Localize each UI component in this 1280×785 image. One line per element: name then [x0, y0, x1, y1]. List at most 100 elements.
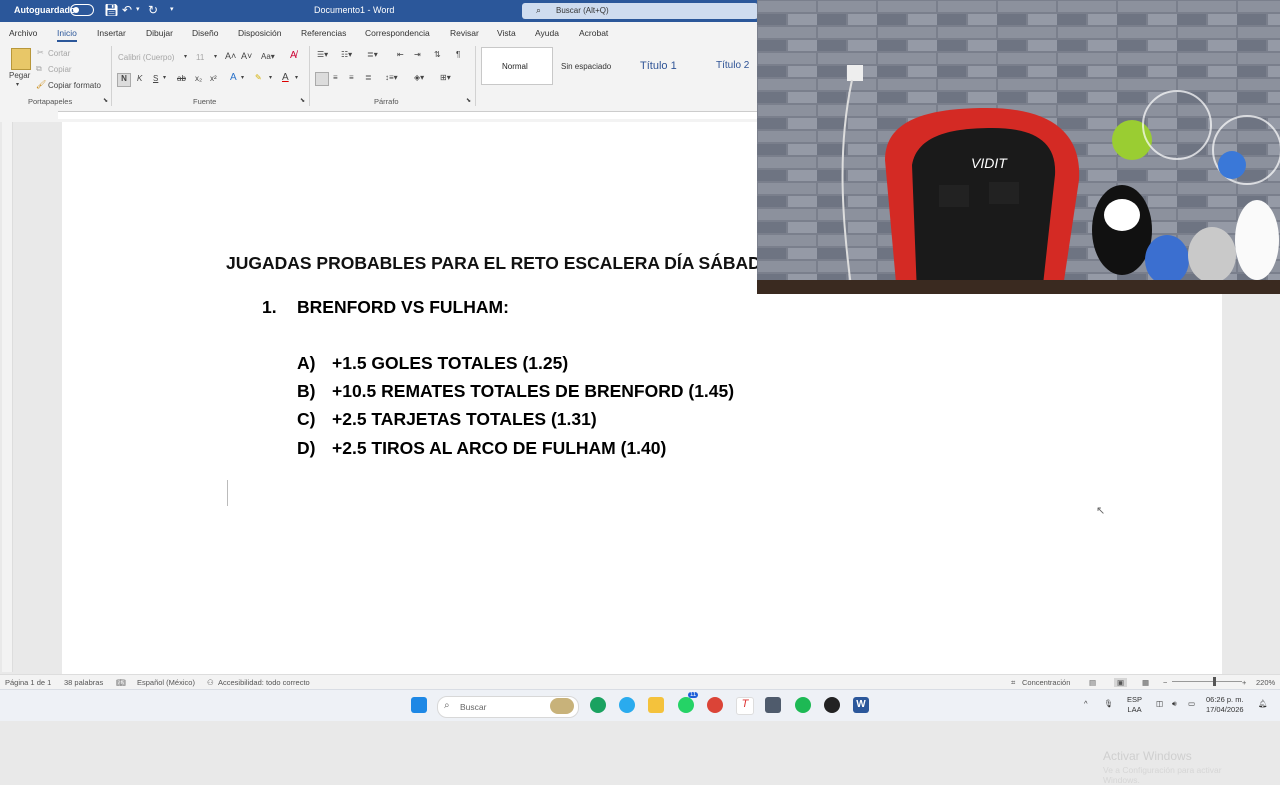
obs-icon[interactable] [824, 697, 840, 713]
zoom-level[interactable]: 220% [1256, 678, 1275, 687]
zoom-in-icon[interactable]: + [1242, 678, 1246, 687]
style-normal[interactable]: Normal [481, 47, 553, 85]
bullets-icon[interactable]: ☰▾ [317, 50, 328, 59]
zoom-slider-thumb[interactable] [1213, 677, 1216, 686]
tab-ayuda[interactable]: Ayuda [535, 28, 559, 38]
paste-button[interactable]: Pegar [9, 71, 30, 80]
cut-button[interactable]: Cortar [48, 49, 70, 58]
underline-button[interactable]: S [153, 74, 158, 83]
align-center-icon[interactable]: ≡ [333, 73, 338, 82]
page-count[interactable]: Página 1 de 1 [5, 678, 51, 687]
undo-icon[interactable]: ↶ [122, 3, 132, 17]
format-painter-button[interactable]: Copiar formato [48, 81, 101, 90]
read-mode-icon[interactable]: ▤ [1089, 678, 1096, 687]
redo-icon[interactable]: ↻ [148, 3, 158, 17]
language-status[interactable]: Español (México) [137, 678, 195, 687]
word-icon[interactable]: W [853, 697, 869, 713]
tab-inicio[interactable]: Inicio [57, 28, 77, 42]
battery-icon[interactable]: ▭ [1188, 699, 1195, 709]
windows-start-icon[interactable] [411, 697, 427, 713]
highlight-dropdown-icon[interactable]: ▾ [269, 74, 272, 81]
tab-dibujar[interactable]: Dibujar [146, 28, 173, 38]
line-spacing-icon[interactable]: ↕≡▾ [385, 73, 398, 82]
style-titulo-1[interactable]: Título 1 [640, 60, 677, 72]
change-case-icon[interactable]: Aa▾ [261, 52, 275, 61]
copy-icon[interactable]: ⧉ [36, 64, 42, 74]
text-effects-icon[interactable]: A [230, 72, 237, 83]
print-layout-icon[interactable]: ▣ [1114, 678, 1128, 687]
focus-icon[interactable]: ⌗ [1011, 678, 1015, 688]
shading-icon[interactable]: ◈▾ [414, 73, 424, 82]
microphone-icon[interactable]: 🎙︎ [1104, 699, 1114, 709]
undo-dropdown-icon[interactable]: ▾ [136, 3, 140, 17]
zoom-slider[interactable] [1172, 681, 1242, 682]
grow-font-icon[interactable]: A˄ [225, 51, 236, 61]
paste-dropdown-icon[interactable]: ▾ [16, 81, 19, 88]
show-hidden-icons-icon[interactable]: ^ [1084, 699, 1088, 709]
focus-mode[interactable]: Concentración [1022, 678, 1070, 687]
highlight-icon[interactable]: ✎ [255, 73, 262, 82]
tab-insertar[interactable]: Insertar [97, 28, 126, 38]
font-size-dropdown-icon[interactable]: ▾ [214, 53, 217, 60]
web-layout-icon[interactable]: ▦ [1142, 678, 1149, 687]
font-launcher-icon[interactable]: ⬊ [300, 97, 305, 104]
underline-dropdown-icon[interactable]: ▾ [163, 74, 166, 81]
justify-icon[interactable]: ≣ [365, 73, 372, 82]
align-right-icon[interactable]: ≡ [349, 73, 354, 82]
clear-formatting-icon[interactable]: A̸ [290, 50, 297, 61]
paragraph-launcher-icon[interactable]: ⬊ [466, 97, 471, 104]
borders-icon[interactable]: ⊞▾ [440, 73, 451, 82]
tab-acrobat[interactable]: Acrobat [579, 28, 608, 38]
spotify-icon[interactable] [795, 697, 811, 713]
tab-vista[interactable]: Vista [497, 28, 516, 38]
text-effects-dropdown-icon[interactable]: ▾ [241, 74, 244, 81]
edge-icon[interactable] [590, 697, 606, 713]
tab-disposicion[interactable]: Disposición [238, 28, 281, 38]
shrink-font-icon[interactable]: A˅ [241, 51, 252, 61]
superscript-icon[interactable]: x² [210, 74, 217, 83]
horizontal-ruler[interactable] [0, 108, 760, 122]
clock[interactable]: 06:26 p. m. 17/04/2026 [1206, 695, 1244, 715]
numbering-icon[interactable]: ☷▾ [341, 50, 352, 59]
taskbar-search[interactable]: ⌕ Buscar [437, 696, 579, 718]
font-size-field[interactable]: 11 [196, 53, 204, 62]
notifications-icon[interactable]: 🔔︎ [1258, 699, 1268, 709]
sort-icon[interactable]: ⇅ [434, 50, 441, 59]
customize-toolbar-icon[interactable]: ▾ [170, 3, 174, 17]
accessibility-status[interactable]: Accesibilidad: todo correcto [218, 678, 310, 687]
zoom-out-icon[interactable]: − [1163, 678, 1167, 687]
bold-button[interactable]: N [117, 73, 131, 87]
tab-correspondencia[interactable]: Correspondencia [365, 28, 430, 38]
italic-button[interactable]: K [137, 74, 142, 83]
tab-diseno[interactable]: Diseño [192, 28, 218, 38]
word-count[interactable]: 38 palabras [64, 678, 103, 687]
autosave-toggle[interactable] [70, 4, 94, 16]
show-marks-icon[interactable]: ¶ [456, 50, 460, 59]
font-color-icon[interactable]: A [282, 72, 289, 83]
multilevel-list-icon[interactable]: ≣▾ [367, 50, 378, 59]
whatsapp-icon[interactable] [678, 697, 694, 713]
vertical-ruler[interactable] [2, 122, 13, 672]
chrome-icon[interactable] [707, 697, 723, 713]
style-sin-espaciado[interactable]: Sin espaciado [561, 62, 611, 71]
strikethrough-icon[interactable]: ab [177, 74, 186, 83]
language-indicator[interactable]: ESP LAA [1127, 695, 1142, 715]
style-titulo-2[interactable]: Título 2 [716, 60, 749, 71]
format-painter-icon[interactable]: 🖌︎ [36, 80, 46, 89]
decrease-indent-icon[interactable]: ⇤ [397, 50, 404, 59]
volume-icon[interactable]: 🔊︎ [1172, 699, 1177, 709]
font-name-dropdown-icon[interactable]: ▾ [184, 53, 187, 60]
file-explorer-icon[interactable] [648, 697, 664, 713]
increase-indent-icon[interactable]: ⇥ [414, 50, 421, 59]
calculator-icon[interactable] [765, 697, 781, 713]
tab-referencias[interactable]: Referencias [301, 28, 346, 38]
cut-icon[interactable]: ✂ [37, 48, 44, 57]
tab-revisar[interactable]: Revisar [450, 28, 479, 38]
align-left-button[interactable] [315, 72, 329, 86]
subscript-icon[interactable]: x₂ [195, 74, 202, 83]
search-box[interactable]: ⌕ Buscar (Alt+Q) [522, 3, 758, 19]
font-name-field[interactable]: Calibri (Cuerpo) [118, 53, 192, 62]
copy-button[interactable]: Copiar [48, 65, 72, 74]
font-color-dropdown-icon[interactable]: ▾ [295, 74, 298, 81]
save-icon[interactable]: 💾︎ [104, 3, 119, 17]
